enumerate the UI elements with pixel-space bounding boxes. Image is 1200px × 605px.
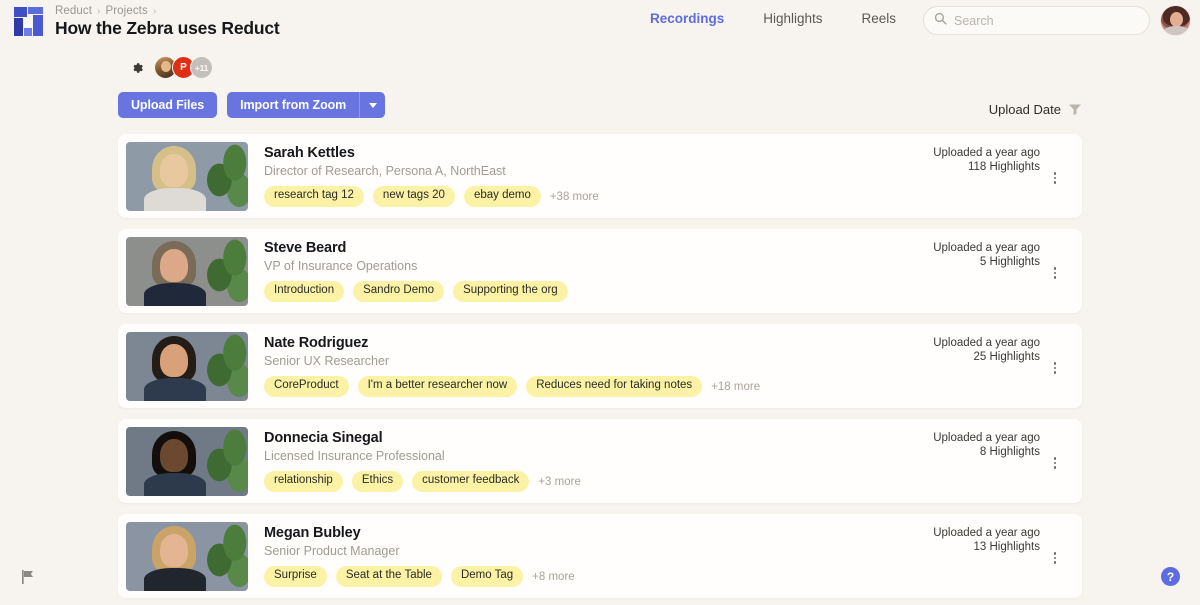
chevron-down-icon [368, 102, 377, 108]
help-button[interactable]: ? [1161, 567, 1180, 586]
recording-thumbnail[interactable] [126, 521, 248, 591]
avatar[interactable] [1160, 5, 1191, 36]
tag-pill[interactable]: Reduces need for taking notes [526, 376, 703, 397]
tab-recordings[interactable]: Recordings [650, 11, 724, 26]
tag-list: Introduction Sandro Demo Supporting the or… [264, 281, 1082, 302]
tag-pill[interactable]: relationship [264, 471, 343, 492]
recording-card[interactable]: Steve Beard VP of Insurance Operations Int… [118, 229, 1082, 313]
tag-pill[interactable]: Introduction [264, 281, 345, 302]
sort-label: Upload Date [988, 102, 1061, 117]
recording-meta: Uploaded a year ago 118 Highlights [933, 147, 1040, 173]
tag-list: relationship Ethics customer feedback +3 mo… [264, 471, 1082, 492]
tag-pill[interactable]: Demo Tag [450, 566, 524, 587]
tag-pill[interactable]: Supporting the org [453, 281, 568, 302]
highlights-count: 5 Highlights [979, 256, 1040, 268]
tag-list: CoreProduct I'm a better researcher now Re… [264, 376, 1082, 397]
upload-files-button[interactable]: Upload Files [118, 92, 218, 118]
tag-list: Surprise Seat at the Table Demo Tag +8 more [264, 566, 1082, 587]
breadcrumb: Reduct › Projects › [55, 5, 156, 17]
uploaded-date: Uploaded a year ago [933, 337, 1040, 349]
recording-thumbnail[interactable] [126, 236, 248, 306]
more-tags-label[interactable]: +18 more [711, 381, 760, 393]
recording-menu-icon[interactable] [1048, 170, 1062, 186]
tag-list: research tag 12 new tags 20 ebay demo +38 m… [264, 186, 1082, 207]
recording-card[interactable]: Sarah Kettles Director of Research, Perso… [118, 134, 1082, 218]
highlights-count: 13 Highlights [973, 541, 1040, 553]
import-from-zoom-button[interactable]: Import from Zoom [227, 92, 360, 118]
action-button-row: Upload Files Import from Zoom [118, 92, 386, 118]
uploaded-date: Uploaded a year ago [933, 527, 1040, 539]
gear-icon[interactable] [129, 60, 145, 76]
recording-menu-icon[interactable] [1048, 550, 1062, 566]
import-split-button: Import from Zoom [227, 92, 386, 118]
recording-menu-icon[interactable] [1048, 265, 1062, 281]
member-avatar-group[interactable]: P +11 [154, 56, 213, 79]
project-members-row: P +11 [129, 56, 213, 79]
tag-pill[interactable]: Ethics [351, 471, 404, 492]
search-input[interactable] [954, 13, 1139, 28]
app-root: Reduct › Projects › How the Zebra uses R… [0, 0, 1200, 605]
reduct-logo[interactable] [10, 4, 48, 40]
tag-pill[interactable]: Sandro Demo [353, 281, 445, 302]
more-tags-label[interactable]: +3 more [538, 476, 581, 488]
more-tags-label[interactable]: +38 more [550, 191, 599, 203]
search-box[interactable] [923, 6, 1150, 35]
search-icon [934, 12, 947, 30]
recording-thumbnail[interactable] [126, 331, 248, 401]
top-navigation: Recordings Highlights Reels [650, 11, 896, 26]
tab-highlights[interactable]: Highlights [763, 11, 822, 26]
recording-meta: Uploaded a year ago 5 Highlights [933, 242, 1040, 268]
breadcrumb-separator-icon: › [97, 5, 101, 17]
tag-pill[interactable]: Surprise [264, 566, 327, 587]
tag-pill[interactable]: research tag 12 [264, 186, 364, 207]
sort-control[interactable]: Upload Date [989, 102, 1082, 117]
tag-pill[interactable]: Seat at the Table [335, 566, 442, 587]
recording-thumbnail[interactable] [126, 426, 248, 496]
breadcrumb-item-projects[interactable]: Projects [105, 5, 147, 17]
uploaded-date: Uploaded a year ago [933, 147, 1040, 159]
recording-menu-icon[interactable] [1048, 360, 1062, 376]
more-tags-label[interactable]: +8 more [532, 571, 575, 583]
recording-meta: Uploaded a year ago 8 Highlights [933, 432, 1040, 458]
recordings-list: Sarah Kettles Director of Research, Perso… [118, 134, 1082, 605]
recording-menu-icon[interactable] [1048, 455, 1062, 471]
tag-pill[interactable]: new tags 20 [372, 186, 455, 207]
recording-meta: Uploaded a year ago 25 Highlights [933, 337, 1040, 363]
flag-icon[interactable] [19, 568, 37, 586]
tag-pill[interactable]: customer feedback [412, 471, 530, 492]
uploaded-date: Uploaded a year ago [933, 242, 1040, 254]
tag-pill[interactable]: ebay demo [463, 186, 541, 207]
tab-reels[interactable]: Reels [862, 11, 897, 26]
tag-pill[interactable]: I'm a better researcher now [357, 376, 518, 397]
top-bar: Reduct › Projects › How the Zebra uses R… [0, 0, 1200, 46]
recording-card[interactable]: Megan Bubley Senior Product Manager Surpri… [118, 514, 1082, 598]
highlights-count: 25 Highlights [973, 351, 1040, 363]
breadcrumb-separator-icon: › [152, 5, 157, 17]
sort-filter-icon[interactable] [1068, 102, 1082, 117]
highlights-count: 8 Highlights [979, 446, 1040, 458]
highlights-count: 118 Highlights [967, 161, 1040, 173]
member-avatar-overflow[interactable]: +11 [190, 56, 213, 79]
page-title: How the Zebra uses Reduct [55, 18, 280, 38]
recording-meta: Uploaded a year ago 13 Highlights [933, 527, 1040, 553]
breadcrumb-item-reduct[interactable]: Reduct [55, 5, 92, 17]
recording-card[interactable]: Donnecia Sinegal Licensed Insurance Profe… [118, 419, 1082, 503]
recording-card[interactable]: Nate Rodriguez Senior UX Researcher CorePr… [118, 324, 1082, 408]
recording-thumbnail[interactable] [126, 141, 248, 211]
uploaded-date: Uploaded a year ago [933, 432, 1040, 444]
tag-pill[interactable]: CoreProduct [264, 376, 349, 397]
import-dropdown-button[interactable] [359, 92, 386, 118]
